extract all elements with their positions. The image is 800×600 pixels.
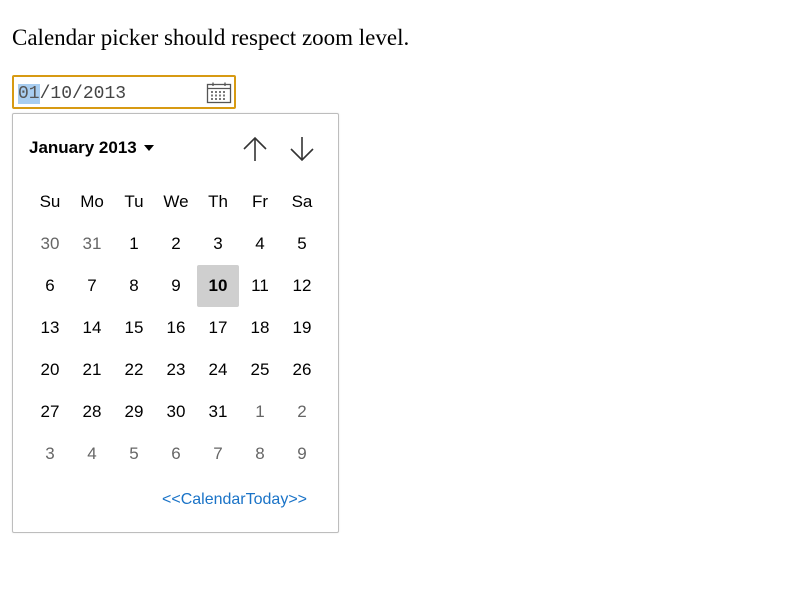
day-cell[interactable]: 6 xyxy=(155,433,197,475)
weekday-header: We xyxy=(163,192,189,211)
month-segment[interactable]: 01 xyxy=(18,84,40,104)
day-cell[interactable]: 6 xyxy=(29,265,71,307)
weekday-header: Mo xyxy=(80,192,104,211)
year-segment[interactable]: 2013 xyxy=(83,84,126,104)
day-cell[interactable]: 5 xyxy=(113,433,155,475)
day-cell[interactable]: 9 xyxy=(155,265,197,307)
day-cell[interactable]: 2 xyxy=(281,391,323,433)
date-separator: / xyxy=(72,84,83,104)
day-segment[interactable]: 10 xyxy=(50,84,72,104)
day-cell[interactable]: 14 xyxy=(71,307,113,349)
day-cell[interactable]: 17 xyxy=(197,307,239,349)
arrow-down-icon[interactable] xyxy=(288,134,316,164)
day-cell[interactable]: 2 xyxy=(155,223,197,265)
day-cell[interactable]: 30 xyxy=(29,223,71,265)
day-cell[interactable]: 30 xyxy=(155,391,197,433)
day-cell[interactable]: 3 xyxy=(197,223,239,265)
weekday-header: Su xyxy=(39,192,61,211)
day-cell[interactable]: 1 xyxy=(113,223,155,265)
day-cell[interactable]: 4 xyxy=(239,223,281,265)
day-cell[interactable]: 8 xyxy=(113,265,155,307)
day-cell[interactable]: 24 xyxy=(197,349,239,391)
day-cell[interactable]: 15 xyxy=(113,307,155,349)
day-cell[interactable]: 12 xyxy=(281,265,323,307)
day-cell[interactable]: 28 xyxy=(71,391,113,433)
day-cell[interactable]: 13 xyxy=(29,307,71,349)
day-cell[interactable]: 16 xyxy=(155,307,197,349)
day-cell[interactable]: 7 xyxy=(71,265,113,307)
day-cell[interactable]: 5 xyxy=(281,223,323,265)
day-cell[interactable]: 18 xyxy=(239,307,281,349)
day-cell[interactable]: 29 xyxy=(113,391,155,433)
arrow-up-icon[interactable] xyxy=(241,134,269,164)
date-separator: / xyxy=(39,84,51,104)
day-cell[interactable]: 19 xyxy=(281,307,323,349)
today-link[interactable]: <<CalendarToday>> xyxy=(13,491,307,509)
day-cell[interactable]: 9 xyxy=(281,433,323,475)
selected-day-cell[interactable]: 10 xyxy=(197,265,239,307)
date-value: 01/10/2013 xyxy=(18,84,126,104)
day-cell[interactable]: 31 xyxy=(197,391,239,433)
calendar-popup: January 2013 Su Mo Tu We Th Fr Sa 30 31 1 2 3 4 5 6 7 8 9… xyxy=(12,113,339,533)
weekday-header: Tu xyxy=(124,192,144,211)
calendar-icon[interactable] xyxy=(206,82,232,104)
month-year-label: January 2013 xyxy=(29,138,137,157)
day-cell[interactable]: 11 xyxy=(239,265,281,307)
day-cell[interactable]: 31 xyxy=(71,223,113,265)
day-cell[interactable]: 20 xyxy=(29,349,71,391)
day-cell[interactable]: 1 xyxy=(239,391,281,433)
weekday-header: Th xyxy=(208,192,228,211)
date-input[interactable]: 01/10/2013 xyxy=(12,75,236,109)
day-cell[interactable]: 7 xyxy=(197,433,239,475)
weekday-header: Sa xyxy=(291,192,313,211)
day-cell[interactable]: 25 xyxy=(239,349,281,391)
page-heading: Calendar picker should respect zoom leve… xyxy=(12,25,410,50)
day-cell[interactable]: 3 xyxy=(29,433,71,475)
day-cell[interactable]: 23 xyxy=(155,349,197,391)
day-cell[interactable]: 21 xyxy=(71,349,113,391)
weekday-header: Fr xyxy=(251,192,269,211)
day-cell[interactable]: 26 xyxy=(281,349,323,391)
day-cell[interactable]: 4 xyxy=(71,433,113,475)
day-cell[interactable]: 8 xyxy=(239,433,281,475)
month-year-selector[interactable]: January 2013 xyxy=(29,136,154,160)
day-cell[interactable]: 22 xyxy=(113,349,155,391)
caret-down-icon xyxy=(143,145,154,151)
day-cell[interactable]: 27 xyxy=(29,391,71,433)
